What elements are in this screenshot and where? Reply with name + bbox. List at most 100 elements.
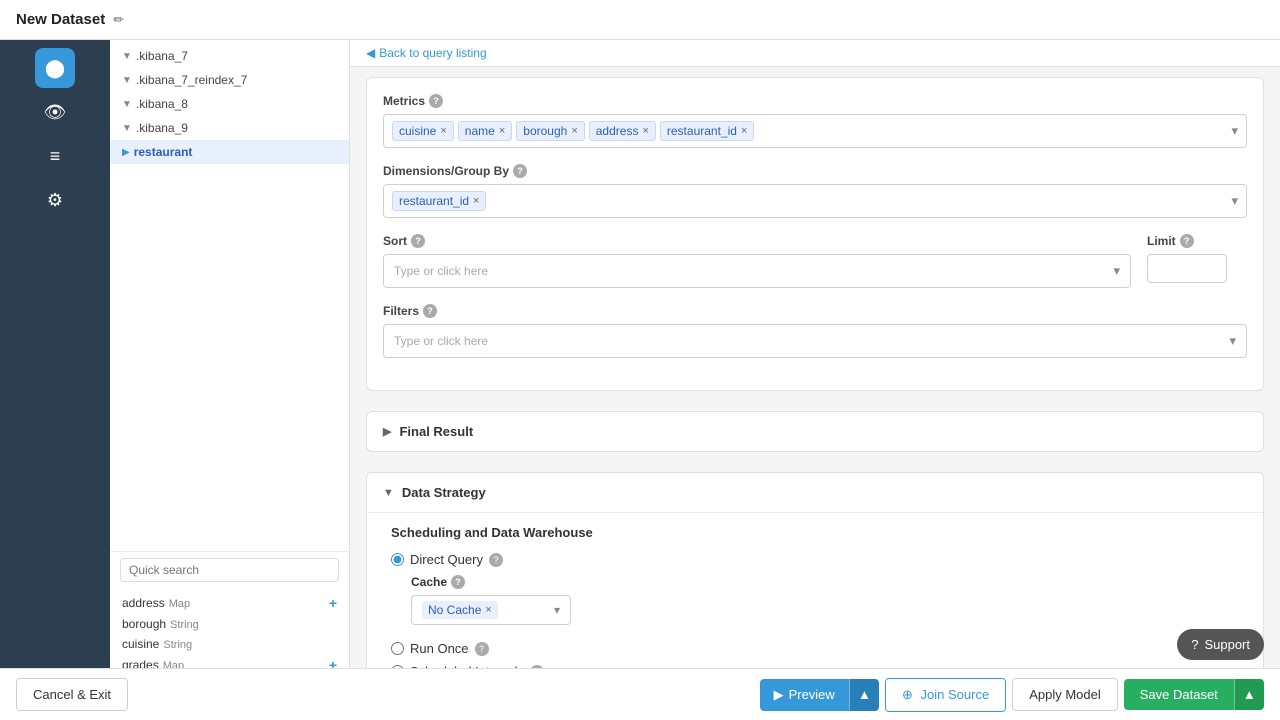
dimensions-dropdown-arrow: ▾	[1231, 193, 1238, 209]
join-source-plus-icon: ⊕	[902, 687, 913, 702]
data-strategy-card: ▼ Data Strategy Scheduling and Data Ware…	[366, 472, 1264, 696]
scheduling-radio-group: Direct Query ? Cache ? No Cache	[391, 552, 1239, 679]
support-icon: ?	[1191, 637, 1198, 652]
back-arrow-icon: ◀	[366, 46, 375, 60]
final-result-card: ▶ Final Result	[366, 411, 1264, 452]
add-address-button[interactable]: +	[329, 595, 337, 611]
edit-icon[interactable]: ✏	[113, 12, 124, 28]
query-card: Metrics ? cuisine × name × borough × add…	[366, 77, 1264, 391]
support-button[interactable]: ? Support	[1177, 629, 1264, 660]
limit-label: Limit ?	[1147, 234, 1247, 248]
preview-button-group: ▶ Preview ▲	[760, 679, 879, 711]
sidebar-icon-eye[interactable]: 👁	[35, 92, 75, 132]
final-result-header[interactable]: ▶ Final Result	[367, 412, 1263, 451]
bottom-bar: Cancel & Exit ▶ Preview ▲ ⊕ Join Source …	[0, 668, 1280, 720]
index-item-label: .kibana_7	[136, 49, 188, 63]
tag-restaurant-id[interactable]: restaurant_id ×	[660, 121, 754, 141]
field-item-cuisine: cuisineString	[122, 634, 337, 654]
cancel-exit-button[interactable]: Cancel & Exit	[16, 678, 128, 711]
tag-dim-restaurant-id[interactable]: restaurant_id ×	[392, 191, 486, 211]
sidebar-icon-home[interactable]: ⬤	[35, 48, 75, 88]
index-item-kibana9[interactable]: ▼ .kibana_9	[110, 116, 349, 140]
index-search	[110, 551, 349, 588]
support-label: Support	[1204, 637, 1250, 652]
metrics-help-icon[interactable]: ?	[429, 94, 443, 108]
save-dataset-button[interactable]: Save Dataset	[1124, 679, 1234, 710]
preview-button[interactable]: ▶ Preview	[760, 679, 849, 711]
save-split-button[interactable]: ▲	[1234, 679, 1264, 710]
radio-direct-query: Direct Query ? Cache ? No Cache	[391, 552, 1239, 633]
cache-value-tag[interactable]: No Cache ×	[422, 601, 498, 619]
bottom-right: ▶ Preview ▲ ⊕ Join Source Apply Model Sa…	[760, 678, 1264, 712]
run-once-label[interactable]: Run Once ?	[391, 641, 1239, 656]
index-panel: ▼ .kibana_7 ▼ .kibana_7_reindex_7 ▼ .kib…	[110, 40, 350, 720]
dimensions-input[interactable]: restaurant_id × ▾	[383, 184, 1247, 218]
filters-label: Filters ?	[383, 304, 1247, 318]
cache-select[interactable]: No Cache × ▾	[411, 595, 571, 625]
preview-play-icon: ▶	[774, 687, 784, 703]
sidebar-icon-layers[interactable]: ≡	[35, 136, 75, 176]
page-title: New Dataset	[16, 11, 105, 28]
final-result-label: Final Result	[399, 424, 473, 439]
sidebar-icon-settings[interactable]: ⚙	[35, 180, 75, 220]
index-item-label: .kibana_8	[136, 97, 188, 111]
save-dataset-button-group: Save Dataset ▲	[1124, 679, 1264, 710]
top-bar: New Dataset ✏	[0, 0, 1280, 40]
apply-model-button[interactable]: Apply Model	[1012, 678, 1118, 711]
sort-help-icon[interactable]: ?	[411, 234, 425, 248]
index-item-label: restaurant	[134, 145, 193, 159]
limit-input[interactable]: 10000	[1147, 254, 1227, 283]
dimensions-help-icon[interactable]: ?	[513, 164, 527, 178]
filters-group: Filters ? Type or click here ▾	[383, 304, 1247, 358]
run-once-help-icon[interactable]: ?	[475, 642, 489, 656]
cache-help-icon[interactable]: ?	[451, 575, 465, 589]
metrics-dropdown-arrow: ▾	[1231, 123, 1238, 139]
direct-query-radio[interactable]	[391, 553, 404, 566]
join-source-button-group: ⊕ Join Source	[885, 678, 1006, 712]
filters-select[interactable]: Type or click here ▾	[383, 324, 1247, 358]
direct-query-help-icon[interactable]: ?	[489, 553, 503, 567]
index-item-kibana7reindex[interactable]: ▼ .kibana_7_reindex_7	[110, 68, 349, 92]
cache-remove-icon[interactable]: ×	[485, 604, 491, 616]
dimensions-label: Dimensions/Group By ?	[383, 164, 1247, 178]
content-area: ◀ Back to query listing Metrics ? cuisin…	[350, 40, 1280, 720]
direct-query-label[interactable]: Direct Query ?	[391, 552, 1239, 567]
main-layout: ⬤ 👁 ≡ ⚙ ▼ .kibana_7 ▼ .kibana_7_reindex_…	[0, 40, 1280, 720]
sort-group: Sort ? Type or click here ▾	[383, 234, 1131, 288]
limit-group: Limit ? 10000	[1147, 234, 1247, 288]
back-link[interactable]: ◀ Back to query listing	[350, 40, 1280, 67]
tag-address[interactable]: address ×	[589, 121, 656, 141]
sort-limit-row: Sort ? Type or click here ▾ Limit ?	[383, 234, 1247, 304]
metrics-label: Metrics ?	[383, 94, 1247, 108]
cache-label: Cache ?	[411, 575, 1239, 589]
field-item-borough: boroughString	[122, 614, 337, 634]
tag-borough[interactable]: borough ×	[516, 121, 584, 141]
index-item-restaurant[interactable]: ▶ restaurant	[110, 140, 349, 164]
index-item-label: .kibana_9	[136, 121, 188, 135]
bottom-left: Cancel & Exit	[16, 678, 128, 711]
limit-help-icon[interactable]: ?	[1180, 234, 1194, 248]
filters-help-icon[interactable]: ?	[423, 304, 437, 318]
join-source-button[interactable]: ⊕ Join Source	[886, 679, 1005, 711]
run-once-radio[interactable]	[391, 642, 404, 655]
cache-group: Cache ? No Cache × ▾	[411, 575, 1239, 625]
search-input[interactable]	[120, 558, 339, 582]
sort-label: Sort ?	[383, 234, 1131, 248]
data-strategy-header[interactable]: ▼ Data Strategy	[367, 473, 1263, 512]
sidebar: ⬤ 👁 ≡ ⚙	[0, 40, 110, 720]
query-card-inner: Metrics ? cuisine × name × borough × add…	[367, 78, 1263, 390]
index-item-label: .kibana_7_reindex_7	[136, 73, 247, 87]
field-item-address: addressMap +	[122, 592, 337, 614]
sort-select[interactable]: Type or click here ▾	[383, 254, 1131, 288]
metrics-input[interactable]: cuisine × name × borough × address × res…	[383, 114, 1247, 148]
data-strategy-label: Data Strategy	[402, 485, 486, 500]
dimensions-group: Dimensions/Group By ? restaurant_id × ▾	[383, 164, 1247, 218]
filters-dropdown-arrow: ▾	[1229, 333, 1236, 349]
preview-split-button[interactable]: ▲	[849, 679, 879, 711]
index-item-kibana7[interactable]: ▼ .kibana_7	[110, 44, 349, 68]
tag-cuisine[interactable]: cuisine ×	[392, 121, 454, 141]
tag-name[interactable]: name ×	[458, 121, 512, 141]
index-item-kibana8[interactable]: ▼ .kibana_8	[110, 92, 349, 116]
sort-dropdown-arrow: ▾	[1113, 263, 1120, 279]
metrics-group: Metrics ? cuisine × name × borough × add…	[383, 94, 1247, 148]
